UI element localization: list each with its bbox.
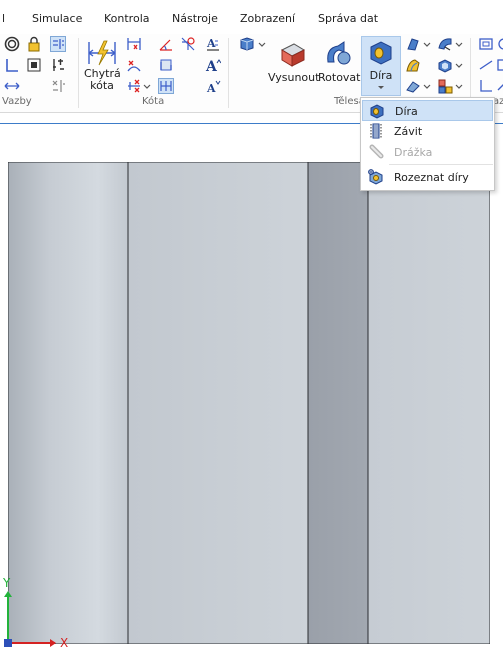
sketch-icon[interactable] bbox=[496, 57, 503, 73]
part-face-recess[interactable] bbox=[307, 162, 369, 644]
baseline-dimension-icon[interactable] bbox=[158, 57, 174, 73]
menu-item-simulace[interactable]: Simulace bbox=[32, 12, 82, 25]
dropdown-item-drazka: Drážka bbox=[362, 142, 493, 163]
svg-text:A: A bbox=[206, 82, 216, 94]
recognize-holes-icon bbox=[368, 169, 383, 185]
thread-icon bbox=[370, 123, 382, 139]
hole-button[interactable]: Díra bbox=[361, 36, 401, 96]
sweep-icon[interactable] bbox=[405, 57, 421, 73]
hole-icon bbox=[370, 41, 392, 65]
rib-icon[interactable] bbox=[405, 78, 421, 94]
chevron-down-icon[interactable] bbox=[455, 42, 463, 48]
menu-item-zobrazeni[interactable]: Zobrazení bbox=[240, 12, 295, 25]
shell-icon[interactable] bbox=[437, 57, 453, 73]
chevron-down-icon[interactable] bbox=[258, 42, 266, 48]
lock-constraint-icon[interactable] bbox=[26, 36, 42, 52]
line-icon[interactable] bbox=[478, 57, 494, 73]
coordinate-triad: X Y bbox=[2, 576, 68, 650]
grid-constraint-icon[interactable] bbox=[26, 57, 42, 73]
dropdown-item-label: Díra bbox=[395, 105, 418, 118]
text-dimension-icon[interactable]: A bbox=[205, 36, 221, 52]
hole-icon bbox=[370, 104, 384, 119]
dropdown-item-rozeznat-diry[interactable]: Rozeznat díry bbox=[362, 167, 493, 188]
svg-text:A: A bbox=[205, 59, 218, 73]
angle-dimension-icon[interactable] bbox=[158, 36, 174, 52]
equal-constraint-icon[interactable] bbox=[50, 36, 66, 52]
fillet-icon[interactable] bbox=[437, 36, 453, 52]
smart-dimension-button[interactable]: Chytrá kóta bbox=[84, 38, 121, 92]
revolve-icon bbox=[327, 41, 351, 65]
pattern-icon[interactable] bbox=[437, 78, 453, 94]
chevron-down-icon[interactable] bbox=[455, 63, 463, 69]
extrude-label: Vysunout bbox=[268, 71, 320, 84]
menu-item-truncated[interactable]: l bbox=[2, 12, 5, 25]
dropdown-separator bbox=[389, 164, 493, 165]
ribbon-separator bbox=[78, 38, 79, 108]
ribbon-separator bbox=[228, 38, 229, 108]
part-face-center[interactable] bbox=[127, 162, 309, 644]
horizontal-dimension-icon[interactable] bbox=[126, 36, 142, 52]
svg-text:A: A bbox=[206, 37, 216, 50]
loft-icon[interactable] bbox=[405, 36, 421, 52]
group-label-kota: Kóta bbox=[142, 96, 165, 107]
menu-item-kontrola[interactable]: Kontrola bbox=[104, 12, 150, 25]
extrude-button[interactable]: Vysunout bbox=[268, 38, 320, 84]
horizontal-arrows-icon[interactable] bbox=[4, 78, 20, 94]
chevron-down-icon bbox=[378, 86, 384, 89]
revolve-label: Rotovat bbox=[318, 71, 361, 84]
chain-dimension-icon[interactable] bbox=[158, 78, 174, 94]
dropdown-item-dira[interactable]: Díra bbox=[362, 100, 493, 121]
hole-label: Díra bbox=[369, 69, 393, 82]
view-cube-icon[interactable] bbox=[239, 36, 255, 52]
hole-callout-icon[interactable] bbox=[180, 36, 196, 52]
part-face-right[interactable] bbox=[367, 162, 490, 644]
smart-dimension-icon bbox=[88, 40, 116, 66]
dropdown-item-label: Rozeznat díry bbox=[394, 171, 469, 184]
smart-dimension-label-2: kóta bbox=[90, 79, 114, 92]
y-axis-label: Y bbox=[2, 576, 11, 590]
menu-item-sprava-dat[interactable]: Správa dat bbox=[318, 12, 378, 25]
dropdown-item-label: Závit bbox=[394, 125, 423, 138]
text-size-decrease-icon[interactable]: A bbox=[205, 78, 221, 94]
ordinate-dimension-icon[interactable] bbox=[126, 78, 142, 94]
part-face-left[interactable] bbox=[8, 162, 129, 644]
hole-dropdown-menu: Díra Závit Drážka Rozeznat díry bbox=[360, 97, 495, 191]
extrude-icon bbox=[280, 43, 306, 67]
tangent-constraint-icon[interactable] bbox=[50, 57, 66, 73]
dropdown-item-label: Drážka bbox=[394, 146, 433, 159]
part-model[interactable] bbox=[8, 162, 490, 644]
perpendicular-constraint-icon[interactable] bbox=[4, 57, 20, 73]
axis-icon[interactable] bbox=[496, 36, 503, 52]
plane-icon[interactable] bbox=[478, 36, 494, 52]
x-axis-label: X bbox=[60, 636, 68, 650]
angular-dimension-icon[interactable] bbox=[126, 57, 142, 73]
revolve-button[interactable]: Rotovat bbox=[318, 38, 361, 84]
coordinate-system-icon[interactable] bbox=[478, 78, 494, 94]
concentric-constraint-icon[interactable] bbox=[4, 36, 20, 52]
text-size-increase-icon[interactable]: A bbox=[205, 57, 221, 73]
chevron-down-icon[interactable] bbox=[423, 42, 431, 48]
chevron-down-icon[interactable] bbox=[455, 84, 463, 90]
point-icon[interactable] bbox=[496, 78, 503, 94]
chevron-down-icon[interactable] bbox=[423, 84, 431, 90]
menu-item-nastroje[interactable]: Nástroje bbox=[172, 12, 218, 25]
slot-icon bbox=[369, 144, 384, 159]
menu-bar: l Simulace Kontrola Nástroje Zobrazení S… bbox=[0, 0, 503, 34]
symmetric-constraint-icon[interactable] bbox=[50, 78, 66, 94]
dropdown-item-zavit[interactable]: Závit bbox=[362, 121, 493, 142]
group-label-vazby: Vazby bbox=[2, 96, 32, 107]
chevron-down-icon[interactable] bbox=[143, 84, 151, 90]
